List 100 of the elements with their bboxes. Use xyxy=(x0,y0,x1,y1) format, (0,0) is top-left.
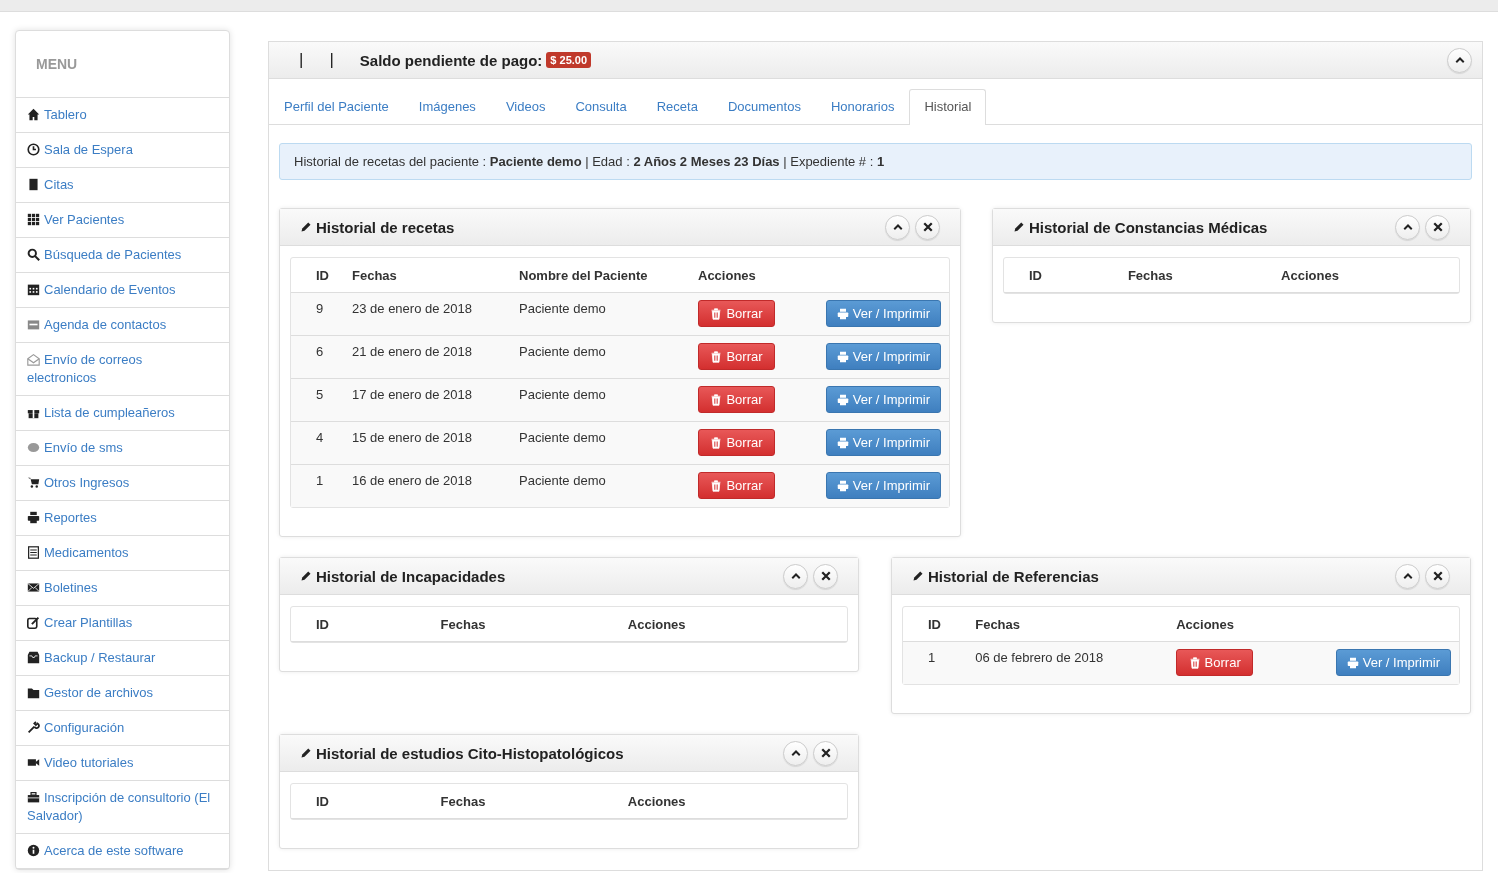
delete-button[interactable]: Borrar xyxy=(698,472,775,499)
pencil-icon xyxy=(300,570,312,582)
balance-badge: $ 25.00 xyxy=(546,52,592,68)
tab[interactable]: Honorarios xyxy=(815,89,910,124)
card-icon xyxy=(27,318,40,331)
tab[interactable]: Videos xyxy=(490,89,561,124)
menu-item[interactable]: Configuración xyxy=(16,711,229,746)
menu-item[interactable]: Gestor de archivos xyxy=(16,676,229,711)
menu-item[interactable]: Ver Pacientes xyxy=(16,203,229,238)
close-button[interactable] xyxy=(813,740,838,766)
menu-item[interactable]: Búsqueda de Pacientes xyxy=(16,238,229,273)
table-cell: 23 de enero de 2018 xyxy=(344,293,511,336)
collapse-button[interactable] xyxy=(783,740,808,766)
menu-heading: MENU xyxy=(16,31,229,98)
table-cell: Paciente demo xyxy=(511,293,690,336)
column-header: Fechas xyxy=(432,607,620,642)
menu-item[interactable]: Envío de sms xyxy=(16,431,229,466)
menu-item[interactable]: Citas xyxy=(16,168,229,203)
table-cell: 5 xyxy=(291,379,344,422)
trash-icon xyxy=(710,307,723,320)
print-icon xyxy=(836,479,849,492)
menu-item[interactable]: Reportes xyxy=(16,501,229,536)
print-button[interactable]: Ver / Imprimir xyxy=(825,429,941,456)
trash-icon xyxy=(1188,656,1201,669)
column-header: Fechas xyxy=(432,784,620,819)
column-header: ID xyxy=(1004,258,1120,293)
close-button[interactable] xyxy=(1425,563,1450,589)
edit-icon xyxy=(27,616,40,629)
menu-item[interactable]: Acerca de este software xyxy=(16,834,229,869)
tab[interactable]: Consulta xyxy=(560,89,642,124)
calendar-icon xyxy=(27,283,40,296)
tab[interactable]: Receta xyxy=(641,89,713,124)
print-icon xyxy=(836,350,849,363)
close-icon xyxy=(921,221,934,233)
menu-item[interactable]: Boletines xyxy=(16,571,229,606)
print-button[interactable]: Ver / Imprimir xyxy=(825,472,941,499)
tab[interactable]: Perfil del Paciente xyxy=(269,89,404,124)
collapse-button[interactable] xyxy=(1395,563,1420,589)
menu-item[interactable]: Calendario de Eventos xyxy=(16,273,229,308)
table-cell: Paciente demo xyxy=(511,336,690,379)
close-button[interactable] xyxy=(1425,214,1450,240)
close-button[interactable] xyxy=(915,214,940,240)
video-camera-icon xyxy=(27,756,40,769)
widget-title: Historial de Referencias xyxy=(928,567,1099,585)
tab[interactable]: Imágenes xyxy=(403,89,491,124)
menu-item[interactable]: Otros Ingresos xyxy=(16,466,229,501)
menu-item[interactable]: Video tutoriales xyxy=(16,746,229,781)
close-icon xyxy=(1431,570,1444,582)
delete-button[interactable]: Borrar xyxy=(1176,649,1254,676)
collapse-button[interactable] xyxy=(1395,214,1420,240)
delete-button[interactable]: Borrar xyxy=(698,386,775,413)
column-header: Fechas xyxy=(1119,258,1274,293)
table-cell: 1 xyxy=(903,642,968,684)
menu-item[interactable]: Tablero xyxy=(16,98,229,133)
table-cell: 6 xyxy=(291,336,344,379)
print-icon xyxy=(1346,656,1359,669)
menu-item[interactable]: Envío de correos electronicos xyxy=(16,343,229,396)
delete-button[interactable]: Borrar xyxy=(698,429,775,456)
menu-item[interactable]: Sala de Espera xyxy=(16,133,229,168)
close-button[interactable] xyxy=(813,563,838,589)
menu-item[interactable]: Inscripción de consultorio (El Salvador) xyxy=(16,781,229,834)
table-cell: Paciente demo xyxy=(511,379,690,422)
menu-item[interactable]: Crear Plantillas xyxy=(16,606,229,641)
menu-item[interactable]: Medicamentos xyxy=(16,536,229,571)
tab[interactable]: Documentos xyxy=(712,89,816,124)
print-button[interactable]: Ver / Imprimir xyxy=(825,386,941,413)
table-cell: 16 de enero de 2018 xyxy=(344,465,511,507)
column-header: ID xyxy=(291,784,433,819)
collapse-button[interactable] xyxy=(885,214,910,240)
widget-title: Historial de Incapacidades xyxy=(316,567,506,585)
widget-title: Historial de recetas xyxy=(316,218,455,236)
book-icon xyxy=(27,178,40,191)
list-icon xyxy=(27,546,40,559)
close-icon xyxy=(1431,221,1444,233)
table-cell: 9 xyxy=(291,293,344,336)
pencil-icon xyxy=(912,570,924,582)
close-icon xyxy=(819,747,832,759)
print-button[interactable]: Ver / Imprimir xyxy=(825,343,941,370)
table-cell: 21 de enero de 2018 xyxy=(344,336,511,379)
collapse-button[interactable] xyxy=(783,563,808,589)
trash-icon xyxy=(710,479,723,492)
search-icon xyxy=(27,248,40,261)
tab[interactable]: Historial xyxy=(909,89,987,125)
table-cell: 15 de enero de 2018 xyxy=(344,422,511,465)
briefcase-icon xyxy=(27,791,40,804)
collapse-button[interactable] xyxy=(1447,47,1472,73)
delete-button[interactable]: Borrar xyxy=(698,300,775,327)
pencil-icon xyxy=(1013,221,1025,233)
separator-mark: | xyxy=(329,50,334,70)
delete-button[interactable]: Borrar xyxy=(698,343,775,370)
print-button[interactable]: Ver / Imprimir xyxy=(1335,649,1451,676)
menu-item[interactable]: Agenda de contactos xyxy=(16,308,229,343)
menu-item[interactable]: Lista de cumpleañeros xyxy=(16,396,229,431)
print-button[interactable]: Ver / Imprimir xyxy=(825,300,941,327)
column-header: Acciones xyxy=(619,784,847,819)
grid-icon xyxy=(27,213,40,226)
clock-icon xyxy=(27,143,40,156)
menu-item[interactable]: Backup / Restaurar xyxy=(16,641,229,676)
print-icon xyxy=(836,307,849,320)
print-icon xyxy=(27,511,40,524)
